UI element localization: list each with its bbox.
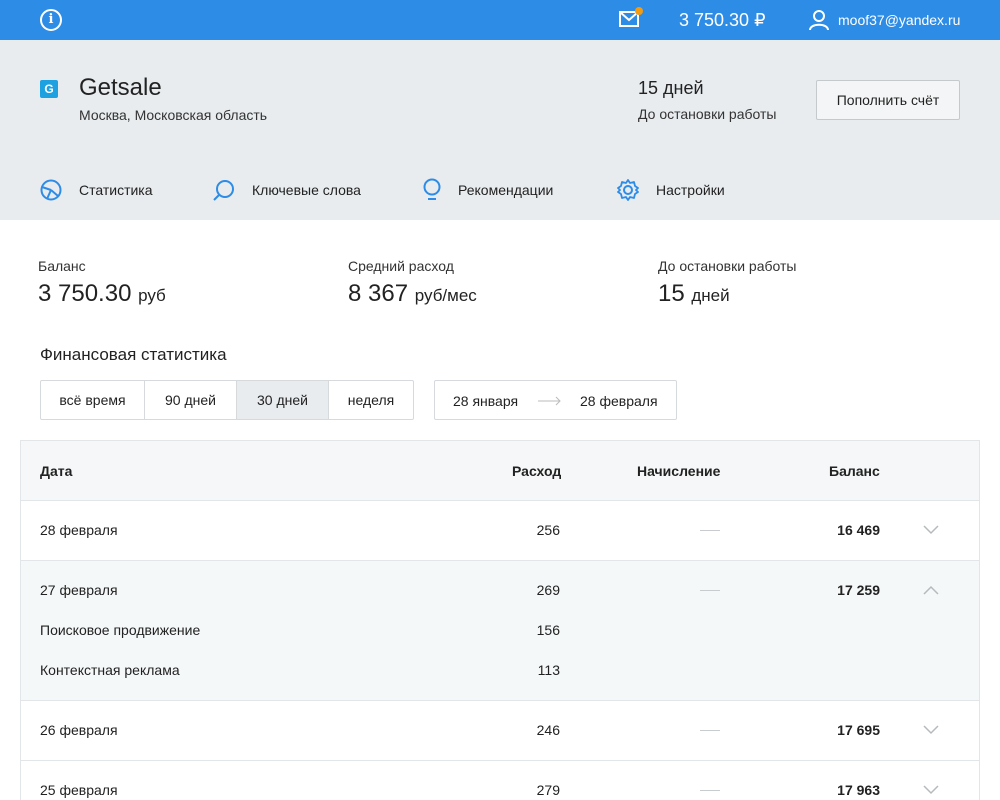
arrow-right-icon [538,396,561,406]
nav-label-recommendations: Рекомендации [458,182,554,198]
row-date: 25 февраля [40,782,118,798]
stat-unit: дней [691,286,730,305]
chevron-up-icon[interactable] [923,585,939,595]
nav-label-settings: Настройки [656,182,725,198]
nav-label-statistics: Статистика [79,182,153,198]
date-from[interactable]: 28 января [453,393,518,409]
row-balance: 17 963 [837,782,880,798]
header-expense: Расход [512,463,562,479]
row-date: 27 февраля [40,582,118,598]
finance-title: Финансовая статистика [40,345,227,364]
stat-days-remaining: До остановки работы 15 дней [658,258,796,308]
table-row[interactable]: 28 февраля 256 16 469 [21,501,979,561]
date-to[interactable]: 28 февраля [580,393,658,409]
stat-balance: Баланс 3 750.30 руб [38,258,166,308]
empty-credit-dash [700,790,720,791]
company-location: Москва, Московская область [79,107,268,123]
account-header: G Getsale Москва, Московская область 15 … [0,40,1000,220]
info-icon[interactable]: i [40,9,62,31]
chevron-down-icon[interactable] [923,525,939,535]
header-balance: Баланс [829,463,880,479]
stat-value: 3 750.30 [38,280,132,307]
period-all-time[interactable]: всё время [41,381,145,419]
period-30-days[interactable]: 30 дней [237,381,329,419]
period-selector: всё время 90 дней 30 дней неделя [40,380,414,420]
empty-credit-dash [700,730,720,731]
gear-icon [617,179,639,201]
period-week[interactable]: неделя [329,381,413,419]
row-expense: 256 [536,522,560,538]
statistics-icon [40,179,62,201]
stat-label: До остановки работы [658,258,797,274]
detail-name: Контекстная реклама [40,662,180,678]
top-bar: i 3 750.30 ₽ moof37@yandex.ru [0,0,1000,40]
company-name: Getsale [79,74,162,101]
table-header: Дата Расход Начисление Баланс [21,441,979,501]
search-icon [213,180,234,201]
row-balance: 16 469 [837,522,880,538]
row-balance: 17 259 [837,582,880,598]
header-date: Дата [40,463,73,479]
stat-value: 15 [658,280,685,307]
period-90-days[interactable]: 90 дней [145,381,237,419]
stat-label: Баланс [38,258,86,274]
top-up-button[interactable]: Пополнить счёт [816,80,960,120]
stat-value: 8 367 [348,280,409,307]
row-expense: 269 [536,582,560,598]
lightbulb-icon [423,178,441,200]
detail-value: 113 [537,662,560,678]
finance-table: Дата Расход Начисление Баланс 28 февраля… [20,440,980,800]
date-range-picker: 28 января 28 февраля [434,380,677,420]
nav-item-settings[interactable]: Настройки [617,177,725,203]
nav-item-keywords[interactable]: Ключевые слова [213,177,361,203]
company-logo-icon: G [40,80,58,98]
topbar-balance: 3 750.30 ₽ [679,10,766,30]
header-credit: Начисление [637,463,721,479]
user-email[interactable]: moof37@yandex.ru [838,12,960,28]
days-remaining-value: 15 дней [638,78,704,98]
stat-average-expense: Средний расход 8 367 руб/мес [348,258,477,308]
stat-unit: руб/мес [414,286,477,305]
row-balance: 17 695 [837,722,880,738]
days-remaining-label: До остановки работы [638,106,777,122]
chevron-down-icon[interactable] [923,725,939,735]
nav-item-recommendations[interactable]: Рекомендации [423,177,553,203]
row-date: 28 февраля [40,522,118,538]
nav-item-statistics[interactable]: Статистика [40,177,153,203]
table-row[interactable]: 25 февраля 279 17 963 [21,761,979,800]
row-expense: 279 [536,782,560,798]
row-date: 26 февраля [40,722,118,738]
nav-label-keywords: Ключевые слова [252,182,361,198]
notification-dot [635,7,643,15]
detail-name: Поисковое продвижение [40,622,201,638]
chevron-down-icon[interactable] [923,785,939,795]
user-icon[interactable] [808,9,830,31]
empty-credit-dash [700,590,720,591]
detail-value: 156 [536,622,560,638]
stat-label: Средний расход [348,258,454,274]
empty-credit-dash [700,530,720,531]
stat-unit: руб [138,286,166,305]
row-expense: 246 [536,722,560,738]
table-row-expanded[interactable]: 27 февраля 269 17 259 Поисковое продвиже… [21,561,979,701]
table-row[interactable]: 26 февраля 246 17 695 [21,701,979,761]
